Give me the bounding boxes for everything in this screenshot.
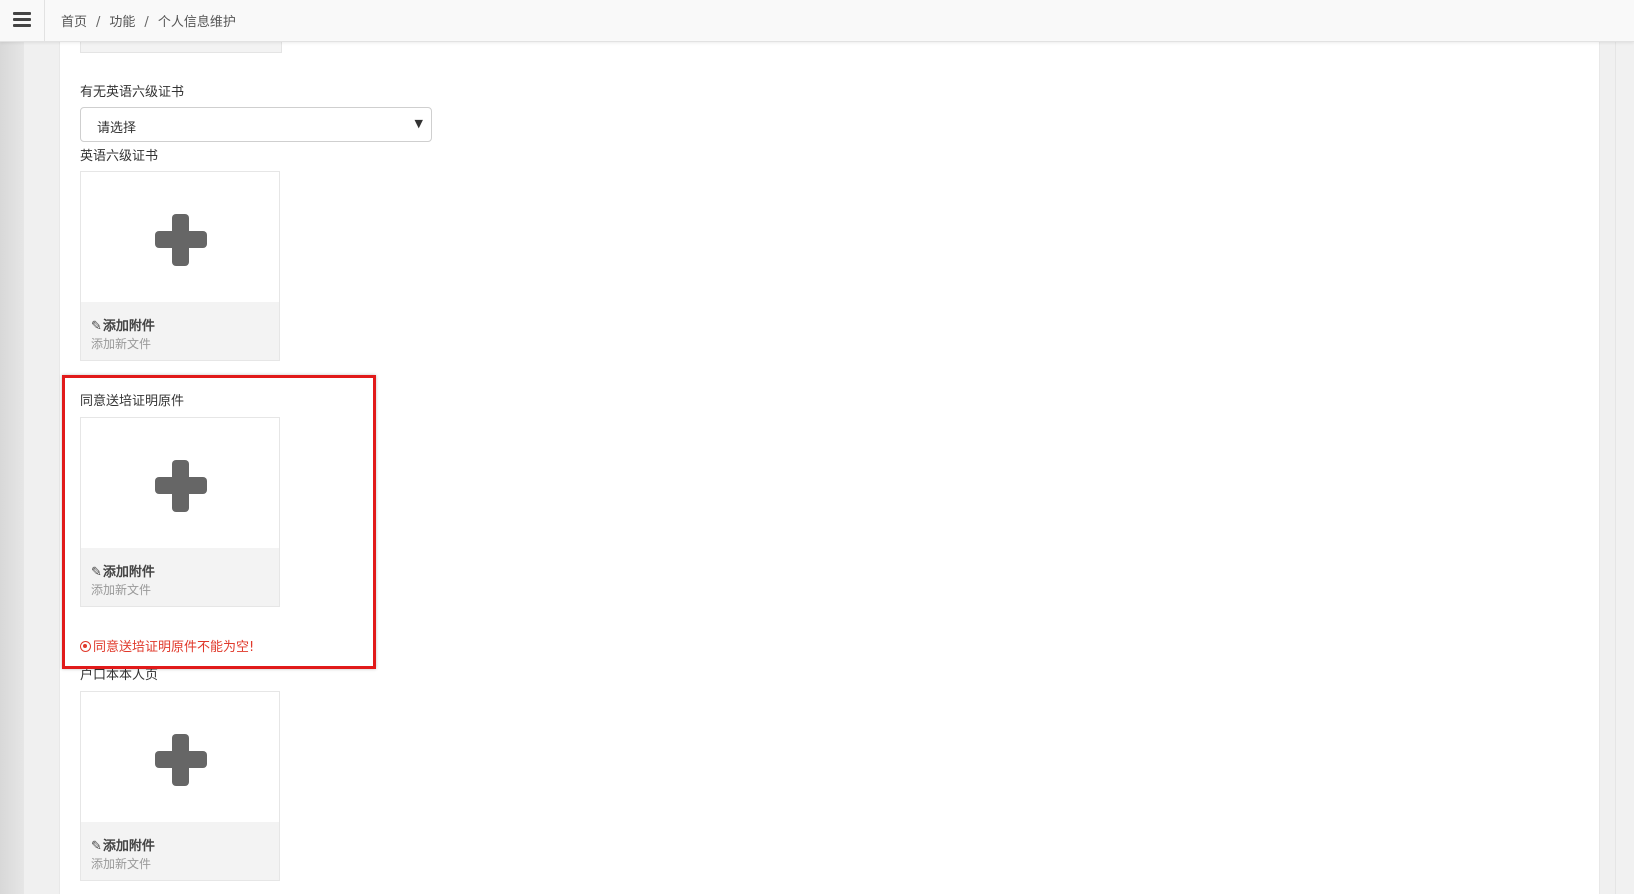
plus-icon-bar [155,231,207,248]
upload-info: ✎添加附件 添加新文件 [81,548,279,606]
form-panel [59,41,1600,894]
add-new-file-text: 添加新文件 [91,857,152,871]
plus-icon-bar [155,751,207,768]
consent-error-message: 同意送培证明原件不能为空! [80,636,254,655]
add-attachment-text: 添加附件 [102,839,155,854]
breadcrumb-function[interactable]: 功能 [109,15,135,30]
hamburger-menu-icon-bar [13,24,31,27]
add-attachment-text: 添加附件 [102,319,155,334]
cet6-question-label: 有无英语六级证书 [80,85,185,100]
upload-drop-area[interactable] [81,172,279,302]
upload-info: ✎添加附件 添加新文件 [81,302,279,360]
hamburger-menu-icon-bar [13,18,31,21]
chevron-down-icon: ▼ [414,117,423,130]
top-navbar: 首页 / 功能 / 个人信息维护 [0,0,1634,42]
add-attachment-title: ✎添加附件 [91,561,155,580]
upload-info: ✎添加附件 添加新文件 [81,822,279,880]
paperclip-icon: ✎ [91,319,102,334]
add-attachment-text: 添加附件 [102,565,155,580]
hamburger-menu-icon [13,12,31,15]
breadcrumb: 首页 / 功能 / 个人信息维护 [61,11,236,30]
breadcrumb-separator: / [96,15,101,30]
cet6-select-value: 请选择 [97,121,137,136]
left-edge-strip [0,41,24,894]
sidebar-toggle-button[interactable] [0,0,45,41]
consent-label: 同意送培证明原件 [80,394,185,409]
paperclip-icon: ✎ [91,565,102,580]
paperclip-icon: ✎ [91,839,102,854]
consent-uploader[interactable]: ✎添加附件 添加新文件 [80,417,280,607]
upload-drop-area[interactable] [81,418,279,548]
error-circle-icon [80,641,91,652]
add-attachment-title: ✎添加附件 [91,315,155,334]
cet6-cert-uploader[interactable]: ✎添加附件 添加新文件 [80,171,280,361]
add-new-file-text: 添加新文件 [91,583,152,597]
add-new-file-text: 添加新文件 [91,337,152,351]
hukou-uploader[interactable]: ✎添加附件 添加新文件 [80,691,280,881]
breadcrumb-current: 个人信息维护 [157,15,236,30]
plus-icon-bar [155,477,207,494]
upload-drop-area[interactable] [81,692,279,822]
breadcrumb-separator: / [144,15,149,30]
hukou-label: 户口本本人页 [80,668,159,683]
cet6-cert-label: 英语六级证书 [80,149,159,164]
breadcrumb-home[interactable]: 首页 [61,15,87,30]
cet6-select[interactable]: 请选择 ▼ [80,107,432,142]
consent-error-text: 同意送培证明原件不能为空! [93,640,255,655]
add-attachment-title: ✎添加附件 [91,835,155,854]
vertical-scrollbar[interactable] [1615,41,1634,894]
previous-uploader-bottom [80,41,282,53]
